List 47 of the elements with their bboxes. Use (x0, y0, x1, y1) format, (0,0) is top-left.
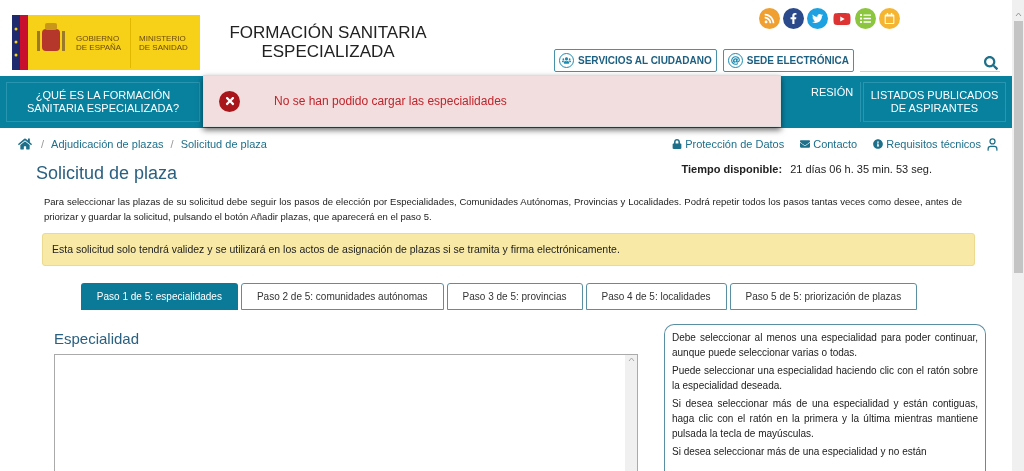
scroll-up-icon[interactable] (1014, 12, 1022, 17)
step-tab[interactable]: Paso 3 de 5: provincias (446, 283, 583, 310)
step-tab[interactable]: Paso 4 de 5: localidades (585, 283, 727, 310)
user-icon[interactable] (985, 136, 1000, 152)
intro-paragraph: Para seleccionar las plazas de su solicitud debe seguir los pasos de elección por Especialidades, Comunidades Autónomas, Provincias y Localidades. Podrá repetir todos los pasos tantas veces como desee, antes de priorizar y guardar la solicitud, pulsando el botón Añadir plazas, que aparecerá en el paso 5. (43, 195, 963, 224)
help-text: Debe seleccionar al menos una especialidad para poder continuar, aunque puede seleccionar varias o todas. (672, 331, 978, 360)
section-title: Especialidad (54, 329, 141, 349)
info-icon (873, 139, 884, 149)
calendar-icon[interactable] (879, 8, 900, 29)
list-icon[interactable] (855, 8, 876, 29)
home-icon[interactable] (18, 137, 32, 151)
error-icon (219, 90, 240, 112)
specialty-listbox[interactable] (54, 354, 638, 471)
breadcrumb-separator: / (170, 136, 174, 152)
step-tab[interactable]: Paso 5 de 5: priorización de plazas (729, 283, 918, 310)
ministry-text: MINISTERIO DE SANIDAD (139, 33, 189, 52)
help-text: Puede seleccionar una especialidad haciendo clic con el ratón sobre la especialidad deseada. (672, 364, 978, 393)
time-value: 21 días 06 h. 35 min. 53 seg. (790, 161, 932, 177)
notice-alert: Esta solicitud solo tendrá validez y se utilizará en los actos de asignación de plazas si se tramita y firma electrónicamente. (42, 233, 975, 266)
breadcrumb-link[interactable]: Adjudicación de plazas (51, 135, 164, 153)
step-tab[interactable]: Paso 2 de 5: comunidades autónomas (240, 283, 444, 310)
header-link-button[interactable]: SEDE ELECTRÓNICA (722, 49, 854, 72)
lock-icon (672, 139, 683, 149)
utility-link[interactable]: Requisitos técnicos (873, 135, 981, 153)
listbox-scrollbar[interactable] (625, 355, 637, 471)
page-scrollbar[interactable] (1012, 0, 1024, 471)
breadcrumb-separator: / (41, 136, 45, 152)
step-tab[interactable]: Paso 1 de 5: especialidades (80, 283, 238, 310)
help-text: Si desea seleccionar más de una especialidad y no están (672, 445, 928, 459)
search-icon (984, 56, 998, 70)
breadcrumb-link[interactable]: Solicitud de plaza (180, 135, 267, 153)
help-text: Si desea seleccionar más de una especialidad y están contiguas, haga clic con el ratón en la primera y la última mientras mantiene pulsada la tecla de mayúsculas. (672, 397, 978, 441)
site-title: FORMACIÓN SANITARIA ESPECIALIZADA (228, 22, 428, 63)
nav-item[interactable]: RESIÓN (811, 82, 861, 122)
government-text: GOBIERNO DE ESPAÑA (76, 33, 122, 52)
scroll-up-icon[interactable] (627, 357, 635, 362)
mail-icon (800, 139, 811, 149)
utility-link[interactable]: Protección de Datos (672, 135, 785, 153)
time-label: Tiempo disponible: (681, 161, 783, 177)
scrollbar-thumb[interactable] (1013, 21, 1023, 273)
nav-item[interactable]: LISTADOS PUBLICADOS DE ASPIRANTES (863, 82, 1006, 122)
facebook-icon[interactable] (783, 8, 804, 29)
nav-item[interactable]: ¿QUÉ ES LA FORMACIÓN SANITARIA ESPECIALIZADA? (6, 82, 200, 122)
page-title: Solicitud de plaza (36, 161, 178, 185)
header-link-button[interactable]: SERVICIOS AL CIUDADANO (554, 49, 717, 72)
utility-link[interactable]: Contacto (800, 135, 858, 153)
error-message: No se han podido cargar las especialidades (274, 93, 507, 110)
